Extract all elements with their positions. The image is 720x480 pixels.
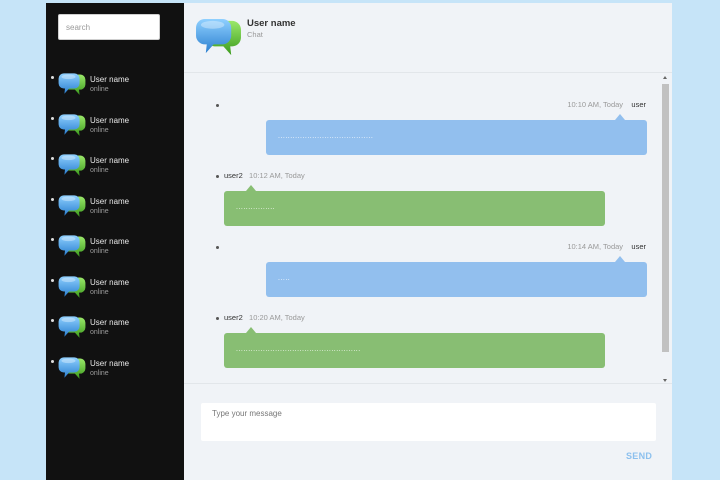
list-bullet (51, 359, 54, 363)
bubble-tail (246, 327, 256, 333)
message-bubble: ................ (224, 185, 605, 226)
contact-status: online (90, 329, 109, 336)
contact-status: online (90, 167, 109, 174)
message-meta: 10:10 AM, Today user (567, 100, 646, 109)
chat-bubbles-icon (58, 275, 86, 301)
message-meta: 10:14 AM, Today user (567, 242, 646, 251)
list-bullet (51, 76, 54, 79)
chat-bubbles-icon (58, 113, 86, 139)
contact-text: User name online (90, 75, 129, 94)
list-bullet (51, 238, 54, 241)
contact-name: User name (90, 277, 130, 287)
message-bubble: ....................................... (266, 114, 647, 155)
message-time: 10:12 AM, Today (249, 171, 305, 180)
search-input[interactable] (58, 14, 160, 40)
list-bullet (216, 175, 219, 178)
scroll-up-arrow-icon[interactable] (663, 76, 667, 79)
chat-bubbles-icon (58, 315, 86, 341)
contact-name: User name (90, 156, 130, 165)
message-time: 10:14 AM, Today (567, 242, 624, 251)
chat-bubbles-icon (58, 234, 86, 260)
contact-name: User name (90, 196, 130, 206)
contact-text: User name online (90, 116, 129, 135)
message-text: ................ (236, 204, 276, 211)
list-bullet (51, 197, 54, 201)
message-bubble: ........................................… (224, 327, 605, 368)
chat-panel: User name Chat 10:10 AM, Today user.....… (184, 3, 672, 480)
contact-status: online (90, 207, 109, 215)
bubble-tail (246, 185, 256, 191)
contacts-sidebar: User nameonlineUser nameonlineUser nameo… (46, 3, 184, 480)
chat-subtitle: Chat (247, 30, 263, 39)
chat-title: User name (247, 18, 296, 29)
list-bullet (216, 104, 219, 107)
message-meta: user2 10:12 AM, Today (224, 171, 305, 180)
contact-item[interactable]: User name online (46, 67, 184, 108)
message-input[interactable] (201, 403, 656, 441)
contact-status: online (90, 369, 109, 377)
contact-item[interactable]: User name online (46, 270, 184, 311)
contact-status: online (90, 248, 109, 255)
send-button[interactable]: SEND (626, 451, 652, 461)
contact-name: User name (90, 358, 130, 368)
message-text: ........................................… (236, 346, 361, 353)
contact-item[interactable]: User name online (46, 189, 184, 230)
contact-status: online (90, 86, 109, 93)
chat-app: User nameonlineUser nameonlineUser nameo… (46, 3, 672, 480)
contact-item[interactable]: User name online (46, 351, 184, 392)
chat-header: User name Chat (184, 3, 672, 73)
chat-bubbles-icon (58, 356, 86, 382)
contact-status: online (90, 288, 109, 296)
list-bullet (216, 317, 219, 320)
message-meta: user2 10:20 AM, Today (224, 313, 305, 322)
message-author: user (631, 100, 646, 109)
chat-bubbles-icon (58, 194, 86, 220)
contact-text: User name online (90, 359, 129, 378)
list-bullet (51, 278, 54, 282)
message-bubble: ..... (266, 256, 647, 297)
message-time: 10:20 AM, Today (249, 313, 305, 322)
contact-item[interactable]: User name online (46, 108, 184, 149)
contact-name: User name (90, 115, 130, 125)
contact-text: User name online (90, 278, 129, 297)
message-author: user2 (224, 171, 243, 180)
contact-status: online (90, 126, 109, 134)
message-author: user (631, 242, 646, 251)
message-text: ..... (278, 275, 291, 282)
scrollbar-thumb[interactable] (662, 84, 669, 352)
contact-name: User name (90, 237, 130, 246)
contact-name: User name (90, 318, 130, 327)
message-text: ....................................... (278, 133, 374, 140)
list-bullet (51, 116, 54, 120)
scroll-down-arrow-icon[interactable] (663, 379, 667, 382)
bubble-tail (615, 256, 625, 262)
message-time: 10:10 AM, Today (567, 100, 624, 109)
contact-text: User name online (90, 197, 129, 216)
contact-item[interactable]: User name online (46, 229, 184, 270)
message-list[interactable]: 10:10 AM, Today user....................… (184, 74, 672, 384)
message-scrollbar[interactable] (662, 74, 669, 384)
bubble-tail (615, 114, 625, 120)
contact-text: User name online (90, 318, 129, 337)
chat-bubbles-icon (58, 153, 86, 179)
contact-item[interactable]: User name online (46, 310, 184, 351)
list-bullet (51, 157, 54, 160)
message-author: user2 (224, 313, 243, 322)
list-bullet (216, 246, 219, 249)
contact-text: User name online (90, 237, 129, 256)
chat-bubbles-icon (58, 72, 86, 98)
chat-bubbles-icon (195, 17, 242, 60)
contact-list: User name online User name online User name o… (46, 67, 184, 391)
contact-name: User name (90, 75, 130, 84)
contact-text: User name online (90, 156, 129, 175)
contact-item[interactable]: User name online (46, 148, 184, 189)
list-bullet (51, 319, 54, 322)
